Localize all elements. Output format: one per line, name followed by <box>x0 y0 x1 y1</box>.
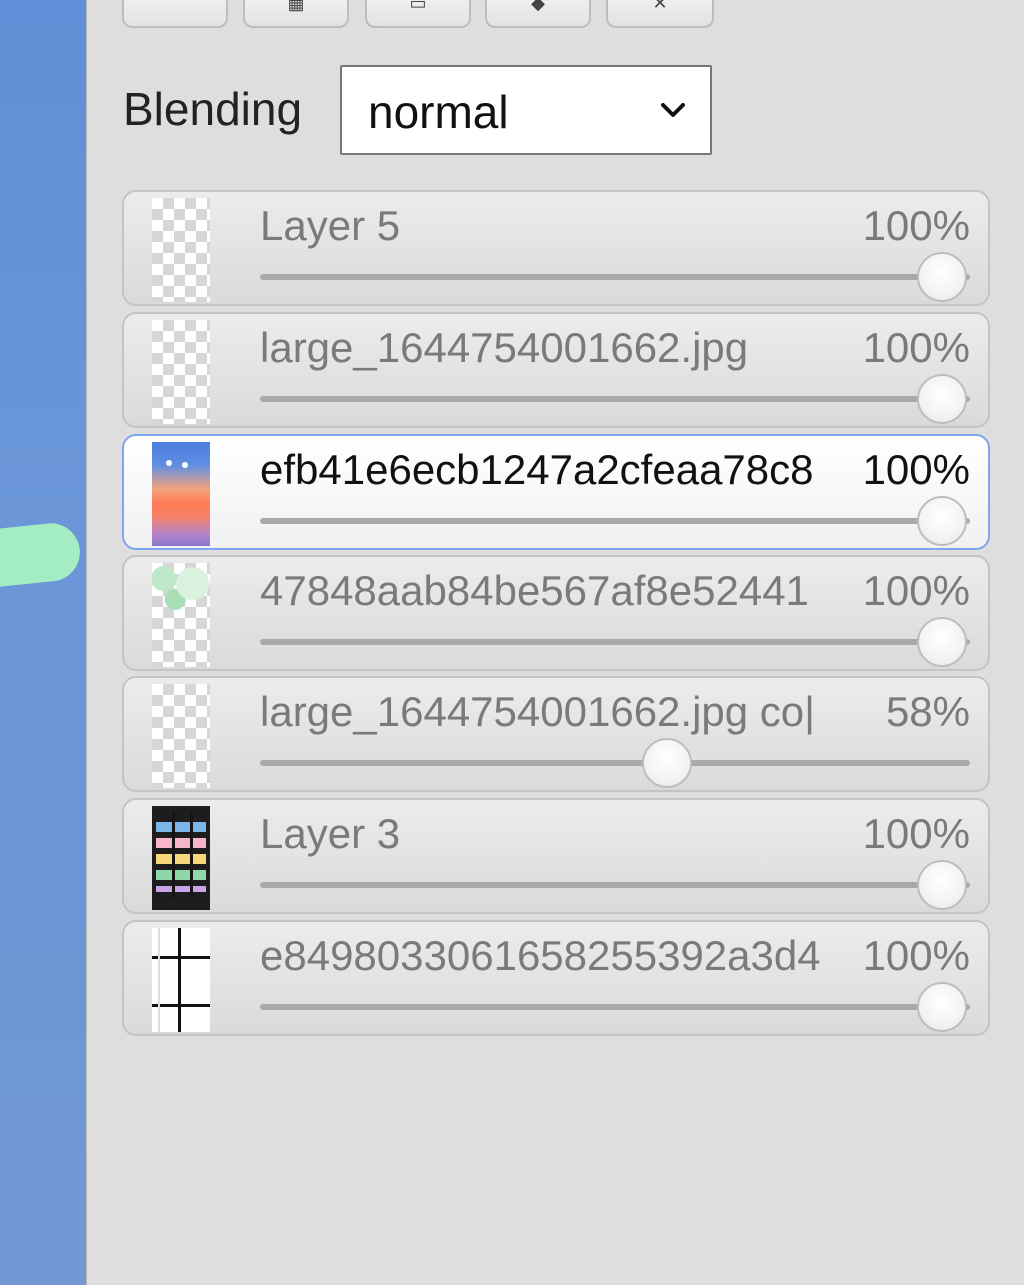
layer-opacity-value: 100% <box>862 810 970 857</box>
layer-row-active[interactable]: efb41e6ecb1247a2cfeaa78c8 100% <box>122 434 990 550</box>
layer-thumbnail <box>152 563 210 667</box>
merge-layer-button[interactable]: ▭ <box>365 0 471 28</box>
layer-opacity-value: 100% <box>862 567 970 614</box>
layer-row[interactable]: Layer 5 100% <box>122 190 990 306</box>
chevron-down-icon <box>661 103 685 117</box>
opacity-slider-handle[interactable] <box>917 252 967 302</box>
stack-icon: ◆ <box>531 0 545 13</box>
layer-name: large_1644754001662.jpg <box>260 324 749 371</box>
layer-opacity-value: 58% <box>885 688 970 735</box>
delete-layer-button[interactable]: ✕ <box>606 0 714 28</box>
opacity-slider[interactable] <box>260 496 970 546</box>
layer-thumbnail <box>152 928 210 1032</box>
layer-opacity-value: 100% <box>862 202 970 249</box>
layer-thumbnail <box>152 806 210 910</box>
layer-thumbnail <box>152 320 210 424</box>
layer-row[interactable]: Layer 3 100% <box>122 798 990 914</box>
grid-icon: ▦ <box>287 0 305 13</box>
layer-name: large_1644754001662.jpg co| <box>260 688 816 735</box>
square-icon: ▭ <box>409 0 427 13</box>
layer-row[interactable]: e8498033061658255392a3d4 100% <box>122 920 990 1036</box>
blending-label: Blending <box>123 83 303 135</box>
blending-select[interactable]: normal <box>340 65 712 155</box>
layer-thumbnail <box>152 442 210 546</box>
layer-row[interactable]: large_1644754001662.jpg co| 58% <box>122 676 990 792</box>
opacity-slider-handle[interactable] <box>917 496 967 546</box>
opacity-slider-handle[interactable] <box>917 617 967 667</box>
layer-name: Layer 3 <box>260 810 401 857</box>
blending-value: normal <box>368 86 509 138</box>
layer-opacity-value: 100% <box>862 446 970 493</box>
opacity-slider[interactable] <box>260 252 970 302</box>
opacity-slider[interactable] <box>260 860 970 910</box>
layer-thumbnail <box>152 198 210 302</box>
opacity-slider-handle[interactable] <box>917 374 967 424</box>
layer-stack-button[interactable]: ◆ <box>485 0 591 28</box>
layer-name: efb41e6ecb1247a2cfeaa78c8 <box>260 446 814 493</box>
layer-row[interactable]: large_1644754001662.jpg 100% <box>122 312 990 428</box>
layer-name: Layer 5 <box>260 202 401 249</box>
new-layer-button[interactable] <box>122 0 228 28</box>
layer-thumbnail <box>152 684 210 788</box>
layer-opacity-value: 100% <box>862 324 970 371</box>
opacity-slider-handle[interactable] <box>917 860 967 910</box>
opacity-slider-handle[interactable] <box>917 982 967 1032</box>
layer-opacity-value: 100% <box>862 932 970 979</box>
brush-stroke <box>0 520 83 590</box>
layer-row[interactable]: 47848aab84be567af8e52441 100% <box>122 555 990 671</box>
opacity-slider[interactable] <box>260 374 970 424</box>
layer-name: e8498033061658255392a3d4 <box>260 932 821 979</box>
opacity-slider[interactable] <box>260 982 970 1032</box>
canvas-area[interactable] <box>0 0 87 1285</box>
layer-name: 47848aab84be567af8e52441 <box>260 567 809 614</box>
opacity-slider[interactable] <box>260 617 970 667</box>
duplicate-layer-button[interactable]: ▦ <box>243 0 349 28</box>
opacity-slider[interactable] <box>260 738 970 788</box>
close-icon: ✕ <box>652 0 668 13</box>
opacity-slider-handle[interactable] <box>642 738 693 788</box>
